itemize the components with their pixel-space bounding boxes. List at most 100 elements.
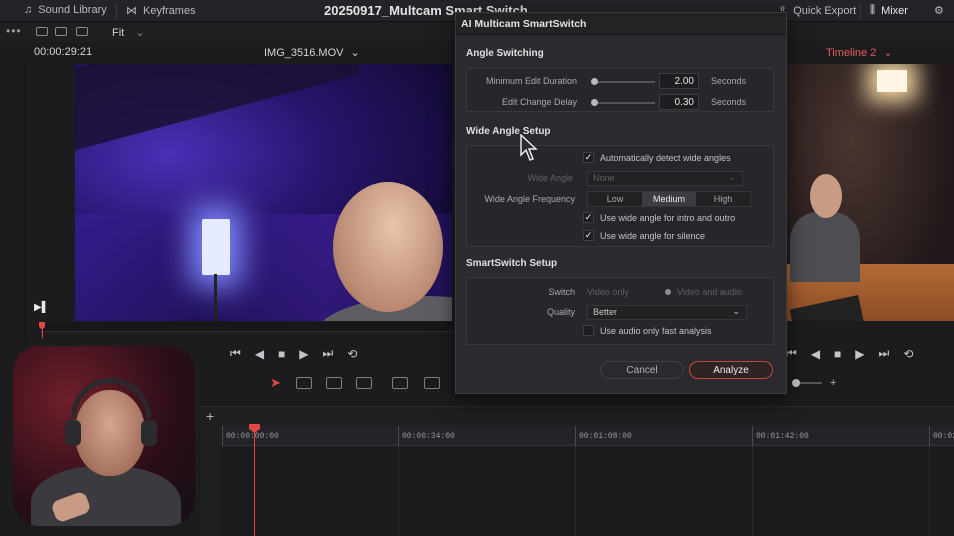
selection-arrow-icon[interactable]: ➤: [270, 375, 281, 391]
auto-detect-checkbox[interactable]: ✓: [583, 152, 594, 163]
intro-outro-checkbox-row[interactable]: ✓ Use wide angle for intro and outro: [583, 212, 735, 223]
timeline-name-label: Timeline 2: [826, 47, 877, 59]
scrubber-playhead-line: [42, 330, 43, 338]
frequency-high-option[interactable]: High: [696, 192, 750, 206]
zoom-fit-dropdown[interactable]: Fit ⌄: [112, 26, 145, 39]
loop-icon[interactable]: ⟲: [347, 347, 357, 361]
smartswitch-setup-heading: SmartSwitch Setup: [466, 258, 558, 269]
toolbar-divider: [860, 3, 861, 19]
mixer-label: Mixer: [881, 4, 908, 17]
play-icon[interactable]: ▶: [855, 347, 864, 361]
keyframes-button[interactable]: ⋈ Keyframes: [126, 4, 196, 18]
play-icon[interactable]: ▶: [299, 347, 308, 361]
headphones-band: [71, 378, 151, 418]
analyze-button[interactable]: Analyze: [689, 361, 773, 379]
edit-change-delay-slider[interactable]: [595, 102, 655, 104]
jump-to-end-icon[interactable]: ⏭: [879, 346, 890, 361]
cancel-button[interactable]: Cancel: [600, 361, 684, 379]
headphones-left-cup: [65, 420, 81, 446]
trim-tool-icon[interactable]: [296, 377, 312, 389]
more-options-icon[interactable]: •••: [6, 24, 22, 38]
silence-checkbox[interactable]: ✓: [583, 230, 594, 241]
timeline-track-area[interactable]: [222, 446, 954, 536]
timeline-gridline: [752, 446, 753, 536]
edit-change-delay-input[interactable]: 0.30: [659, 94, 699, 110]
audio-fast-label: Use audio only fast analysis: [600, 325, 712, 336]
play-reverse-icon[interactable]: ◀: [811, 347, 820, 361]
keyframes-icon: ⋈: [126, 5, 137, 17]
wide-angle-frequency-label: Wide Angle Frequency: [484, 194, 575, 204]
chevron-down-icon: ⌄: [732, 306, 740, 316]
source-timecode: 00:00:29:21: [34, 46, 93, 58]
quick-export-label: Quick Export: [793, 4, 857, 17]
zoom-in-icon[interactable]: +: [830, 377, 836, 389]
frequency-low-option[interactable]: Low: [588, 192, 642, 206]
smartswitch-dialog: AI Multicam SmartSwitch Angle Switching …: [455, 12, 787, 394]
quick-export-button[interactable]: ⇪ Quick Export: [778, 4, 857, 18]
program-transport-controls: ⏮ ◀ ■ ▶ ⏭ ⟲: [786, 346, 913, 361]
chevron-down-icon: ⌄: [883, 47, 893, 59]
jump-to-start-icon[interactable]: ⏮: [230, 346, 241, 361]
insert-clip-icon[interactable]: [392, 377, 408, 389]
dialog-titlebar: AI Multicam SmartSwitch: [456, 13, 786, 35]
wide-angle-label: Wide Angle: [527, 173, 573, 183]
min-edit-duration-input[interactable]: 2.00: [659, 73, 699, 89]
radio-selected-dot: [665, 289, 671, 295]
min-edit-duration-unit: Seconds: [711, 76, 747, 86]
audio-fast-checkbox[interactable]: ✓: [583, 325, 594, 336]
source-scrubber[interactable]: [38, 322, 454, 332]
clip-name-dropdown[interactable]: IMG_3516.MOV ⌄: [264, 46, 360, 59]
auto-detect-checkbox-row[interactable]: ✓ Automatically detect wide angles: [583, 152, 731, 163]
frequency-medium-option[interactable]: Medium: [642, 192, 696, 206]
single-viewer-icon[interactable]: [36, 27, 48, 36]
angle-switching-panel: Minimum Edit Duration 2.00 Seconds Edit …: [466, 68, 774, 112]
timeline-playhead[interactable]: [254, 428, 255, 536]
dual-viewer-icon[interactable]: [55, 27, 67, 36]
loop-icon[interactable]: ⟲: [903, 347, 913, 361]
blade-tool-icon[interactable]: [356, 377, 372, 389]
jump-to-end-icon[interactable]: ⏭: [323, 346, 334, 361]
cinema-viewer-icon[interactable]: [76, 27, 88, 36]
dynamic-trim-icon[interactable]: [326, 377, 342, 389]
stop-icon[interactable]: ■: [834, 347, 841, 361]
timeline-ruler[interactable]: 00:00:00:00 00:00:34:00 00:01:08:00 00:0…: [222, 426, 954, 446]
timeline-name-dropdown[interactable]: Timeline 2 ⌄: [826, 46, 893, 59]
silence-checkbox-row[interactable]: ✓ Use wide angle for silence: [583, 230, 705, 241]
switch-video-only-radio[interactable]: Video only: [587, 287, 629, 297]
smartswitch-setup-panel: Switch Video only Video and audio Qualit…: [466, 277, 774, 345]
ruler-tick-label: 00:00:00:00: [226, 432, 279, 441]
presenter-head: [333, 182, 443, 312]
left-rail: [0, 62, 26, 342]
jump-to-start-icon[interactable]: ⏮: [786, 346, 797, 361]
auto-detect-label: Automatically detect wide angles: [600, 152, 731, 163]
audio-fast-checkbox-row[interactable]: ✓ Use audio only fast analysis: [583, 325, 712, 336]
edit-change-delay-knob[interactable]: [591, 99, 598, 106]
mixer-button[interactable]: ⫼ Mixer: [870, 4, 908, 17]
source-viewer-video[interactable]: [75, 64, 452, 321]
switch-label: Switch: [548, 287, 575, 297]
wide-angle-select[interactable]: None ⌄: [587, 171, 743, 186]
zoom-slider-track[interactable]: [800, 382, 822, 384]
add-track-icon[interactable]: +: [206, 408, 214, 424]
min-edit-duration-label: Minimum Edit Duration: [485, 76, 577, 86]
play-reverse-icon[interactable]: ◀: [255, 347, 264, 361]
clip-name-label: IMG_3516.MOV: [264, 47, 344, 59]
sound-library-label: Sound Library: [38, 4, 107, 16]
switch-video-audio-label: Video and audio: [677, 287, 742, 297]
program-viewer-video[interactable]: [786, 64, 954, 321]
play-marker-icon: ▶▌: [34, 302, 49, 313]
studio-light: [202, 219, 230, 275]
stop-icon[interactable]: ■: [278, 347, 285, 361]
intro-outro-checkbox[interactable]: ✓: [583, 212, 594, 223]
metadata-button[interactable]: ⚙: [934, 4, 944, 17]
chevron-down-icon: ⌄: [350, 47, 360, 59]
zoom-slider-knob[interactable]: [792, 379, 800, 387]
min-edit-duration-slider[interactable]: [595, 81, 655, 83]
switch-video-audio-radio[interactable]: Video and audio: [665, 287, 742, 297]
quality-select-value: Better: [593, 307, 618, 317]
min-edit-duration-knob[interactable]: [591, 78, 598, 85]
quality-select[interactable]: Better ⌄: [587, 305, 747, 320]
chevron-down-icon: ⌄: [728, 172, 736, 182]
sound-library-button[interactable]: ♫ Sound Library: [24, 4, 107, 16]
overwrite-clip-icon[interactable]: [424, 377, 440, 389]
